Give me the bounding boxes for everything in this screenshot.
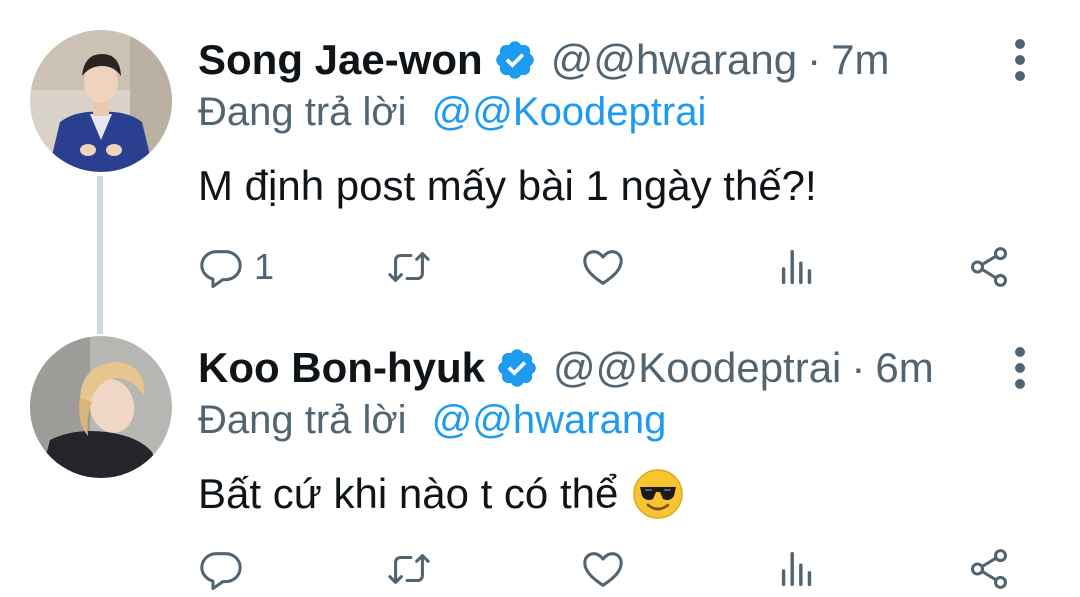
reply-count: 1 [254, 246, 275, 287]
retweet-button[interactable] [386, 544, 432, 594]
share-button[interactable] [966, 544, 1012, 594]
tweet-text-content: Bất cứ khi nào t có thể [198, 470, 619, 517]
tweet-text: Bất cứ khi nào t có thể [198, 468, 684, 520]
views-button[interactable] [774, 242, 820, 292]
reply-mention-link[interactable]: @@hwarang [432, 398, 667, 442]
sunglasses-face-emoji [632, 468, 684, 520]
display-name[interactable]: Song Jae-won [198, 36, 483, 84]
separator-dot: · [807, 36, 822, 83]
like-icon [583, 552, 623, 587]
tweet-header: Koo Bon-hyuk @@Koodeptrai · 6m [198, 340, 934, 396]
user-handle[interactable]: @@Koodeptrai [553, 344, 841, 392]
reply-icon [200, 250, 242, 289]
avatar[interactable] [30, 30, 172, 172]
verified-badge-icon [495, 346, 539, 390]
tweet-text-content: M định post mấy bài 1 ngày thế?! [198, 162, 817, 209]
replying-to: Đang trả lời @@Koodeptrai [198, 90, 706, 135]
tweet[interactable]: Koo Bon-hyuk @@Koodeptrai · 6m Đang trả … [0, 318, 1080, 597]
views-button[interactable] [774, 544, 820, 594]
like-icon [583, 250, 623, 285]
retweet-icon [388, 554, 430, 584]
more-vertical-icon[interactable] [1008, 340, 1032, 396]
like-button[interactable] [580, 544, 626, 594]
replying-to-label: Đang trả lời [198, 90, 407, 134]
verified-badge-icon [493, 38, 537, 82]
tweet-actions [198, 544, 1038, 594]
avatar[interactable] [30, 336, 172, 478]
timestamp[interactable]: 7m [831, 36, 889, 84]
share-icon [970, 247, 1008, 287]
timestamp[interactable]: 6m [875, 344, 933, 392]
share-button[interactable] [966, 242, 1012, 292]
separator-dot: · [851, 344, 866, 391]
like-button[interactable] [580, 242, 626, 292]
retweet-button[interactable] [386, 242, 432, 292]
tweet-text: M định post mấy bài 1 ngày thế?! [198, 162, 817, 210]
more-vertical-icon[interactable] [1008, 32, 1032, 88]
thread-line [97, 176, 103, 334]
tweet-actions: 1 [198, 242, 1038, 292]
reply-button[interactable] [198, 544, 244, 594]
display-name[interactable]: Koo Bon-hyuk [198, 344, 485, 392]
share-icon [970, 549, 1008, 589]
replying-to-label: Đang trả lời [198, 398, 407, 442]
reply-mention-link[interactable]: @@Koodeptrai [432, 90, 707, 134]
tweet-header: Song Jae-won @@hwarang · 7m [198, 32, 889, 88]
reply-button[interactable]: 1 [198, 242, 274, 292]
tweet[interactable]: Song Jae-won @@hwarang · 7m Đang trả lời… [0, 0, 1080, 334]
views-icon [781, 551, 812, 587]
replying-to: Đang trả lời @@hwarang [198, 398, 666, 443]
user-handle[interactable]: @@hwarang [551, 36, 797, 84]
retweet-icon [388, 252, 430, 282]
reply-icon [200, 552, 242, 591]
views-icon [781, 249, 812, 285]
